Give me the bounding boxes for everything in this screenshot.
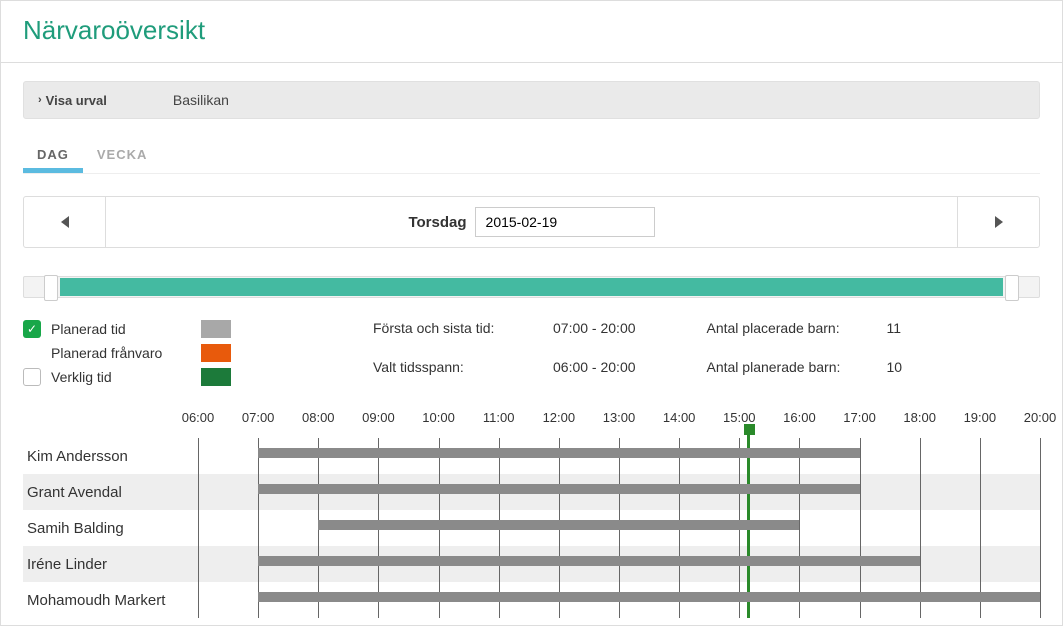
info-first-last-label: Första och sista tid:: [373, 320, 553, 353]
range-fill: [60, 278, 1003, 296]
arrow-right-icon: [995, 216, 1003, 228]
info-timespan-value: 06:00 - 20:00: [553, 359, 693, 392]
planned-time-bar[interactable]: [258, 556, 920, 566]
legend-actual-label: Verklig tid: [51, 369, 191, 385]
schedule-row: Kim Andersson: [23, 438, 1040, 474]
schedule-row: Mohamoudh Markert: [23, 582, 1040, 618]
time-tick: 16:00: [783, 410, 816, 425]
arrow-left-icon: [61, 216, 69, 228]
filter-selection-name: Basilikan: [173, 92, 229, 108]
date-input[interactable]: [475, 207, 655, 237]
schedule-row: Samih Balding: [23, 510, 1040, 546]
legend-planned-label: Planerad tid: [51, 321, 191, 337]
range-handle-right[interactable]: [1005, 275, 1019, 301]
page-title: Närvaroöversikt: [1, 1, 1062, 62]
date-navigator: Torsdag: [23, 196, 1040, 248]
time-tick: 07:00: [242, 410, 275, 425]
filter-toggle[interactable]: › Visa urval: [38, 93, 107, 108]
schedule-row: Iréne Linder: [23, 546, 1040, 582]
time-range-slider[interactable]: [23, 276, 1040, 298]
time-tick: 06:00: [182, 410, 215, 425]
time-tick: 15:00: [723, 410, 756, 425]
info-planned-value: 10: [887, 359, 947, 392]
info-timespan-label: Valt tidsspann:: [373, 359, 553, 392]
info-placed-label: Antal placerade barn:: [707, 320, 887, 353]
time-tick: 12:00: [543, 410, 576, 425]
toggle-planned-time[interactable]: ✓: [23, 320, 41, 338]
time-tick: 19:00: [964, 410, 997, 425]
day-of-week: Torsdag: [408, 214, 466, 231]
time-tick: 11:00: [483, 410, 515, 425]
swatch-planned: [201, 320, 231, 338]
person-name: Kim Andersson: [23, 448, 198, 465]
filter-toggle-label: Visa urval: [46, 93, 107, 108]
planned-time-bar[interactable]: [258, 448, 859, 458]
swatch-planned-absence: [201, 344, 231, 362]
time-tick: 10:00: [422, 410, 455, 425]
schedule-grid: 06:00 07:00 08:00 09:00 10:00 11:00 12:00 13:00…: [23, 410, 1040, 618]
time-tick: 14:00: [663, 410, 696, 425]
planned-time-bar[interactable]: [258, 592, 1040, 602]
tab-week[interactable]: VECKA: [83, 141, 162, 173]
time-tick: 09:00: [362, 410, 395, 425]
person-name: Iréne Linder: [23, 556, 198, 573]
info-first-last-value: 07:00 - 20:00: [553, 320, 693, 353]
time-tick: 18:00: [903, 410, 936, 425]
info-placed-value: 11: [887, 320, 947, 353]
schedule-row: Grant Avendal: [23, 474, 1040, 510]
time-tick: 20:00: [1024, 410, 1057, 425]
person-name: Samih Balding: [23, 520, 198, 537]
time-tick: 17:00: [843, 410, 876, 425]
chevron-right-icon: ›: [38, 94, 42, 106]
filter-bar: › Visa urval Basilikan: [23, 81, 1040, 119]
toggle-actual-time[interactable]: [23, 368, 41, 386]
prev-day-button[interactable]: [24, 197, 106, 247]
range-handle-left[interactable]: [44, 275, 58, 301]
swatch-actual: [201, 368, 231, 386]
planned-time-bar[interactable]: [258, 484, 859, 494]
time-tick: 08:00: [302, 410, 335, 425]
planned-time-bar[interactable]: [318, 520, 799, 530]
person-name: Grant Avendal: [23, 484, 198, 501]
tab-day[interactable]: DAG: [23, 141, 83, 173]
person-name: Mohamoudh Markert: [23, 592, 198, 609]
next-day-button[interactable]: [957, 197, 1039, 247]
time-tick: 13:00: [603, 410, 636, 425]
legend-planned-absence-label: Planerad frånvaro: [51, 345, 191, 361]
view-tabs: DAG VECKA: [23, 141, 1040, 174]
info-planned-label: Antal planerade barn:: [707, 359, 887, 392]
